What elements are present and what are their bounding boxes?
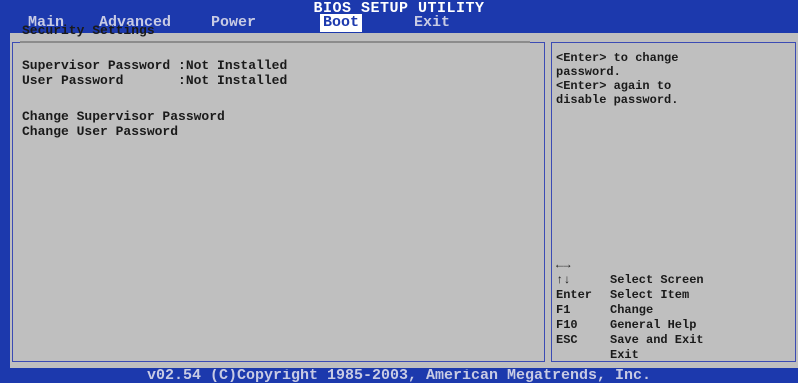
bios-screen: BIOS SETUP UTILITY Main Advanced Power B… (0, 0, 798, 383)
settings-pane (12, 42, 545, 362)
key-legend-select-screen: ←→ Select Screen (556, 243, 704, 287)
key-name: ESC (556, 333, 578, 347)
help-text-line: <Enter> again to (556, 79, 672, 93)
menu-boot[interactable]: Boot (320, 14, 363, 32)
help-text-line: <Enter> to change (556, 51, 679, 65)
key-description: Exit (610, 348, 639, 362)
field-label: Supervisor Password : (22, 58, 186, 73)
field-value: Not Installed (185, 73, 288, 88)
menu-exit[interactable]: Exit (414, 14, 450, 32)
help-text-line: password. (556, 65, 621, 79)
help-text-line: disable password. (556, 93, 679, 107)
field-label: User Password : (22, 73, 186, 88)
key-legend-change: Enter Change (556, 273, 653, 317)
key-legend-exit: ESC Exit (556, 318, 639, 362)
section-divider (20, 41, 530, 43)
change-user-password-item[interactable]: Change User Password (22, 124, 178, 139)
section-title: Security Settings (22, 23, 155, 38)
change-supervisor-password-item[interactable]: Change Supervisor Password (22, 109, 225, 124)
copyright-footer: v02.54 (C)Copyright 1985-2003, American … (146, 369, 652, 383)
user-password-status: User Password :Not Installed (22, 73, 287, 88)
key-description: Change (610, 303, 654, 317)
key-legend-save-exit: F10 Save and Exit (556, 303, 704, 347)
key-description: Select Item (610, 288, 690, 302)
key-description: Select Screen (610, 273, 704, 287)
key-description: General Help (610, 318, 697, 332)
field-value: Not Installed (185, 58, 288, 73)
key-description: Save and Exit (610, 333, 704, 347)
menu-power[interactable]: Power (211, 14, 256, 32)
supervisor-password-status: Supervisor Password :Not Installed (22, 58, 287, 73)
key-legend-general-help: F1 General Help (556, 288, 696, 332)
key-legend-select-item: ↑↓ Select Item (556, 258, 689, 302)
